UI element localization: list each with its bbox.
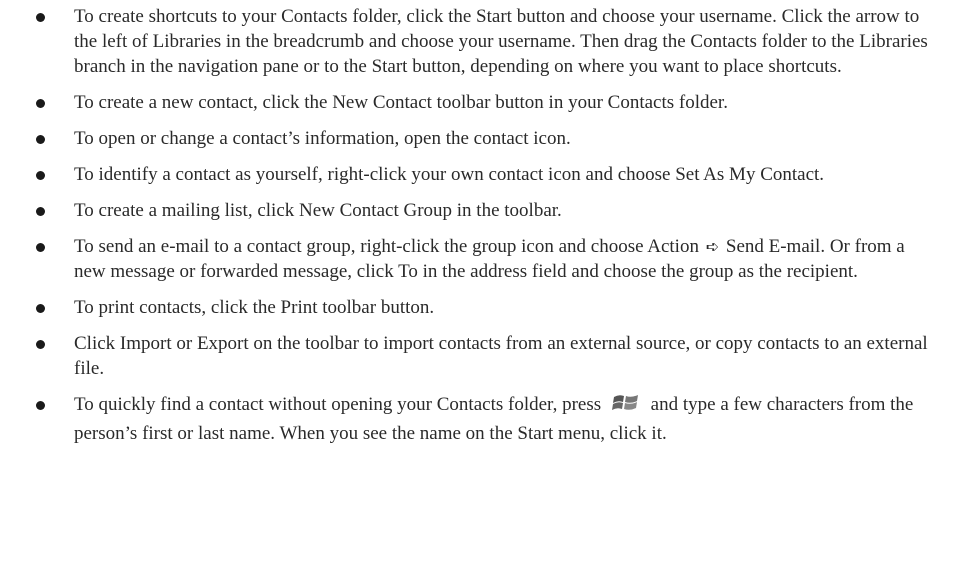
tip-text: To print contacts, click the Print toolb… bbox=[74, 297, 435, 318]
list-item: To send an e-mail to a contact group, ri… bbox=[34, 234, 936, 284]
list-item: To create a new contact, click the New C… bbox=[34, 90, 936, 115]
tip-text: Click Import or Export on the toolbar to… bbox=[74, 333, 928, 379]
bullet-icon bbox=[36, 99, 45, 108]
bullet-icon bbox=[36, 243, 45, 252]
bullet-icon bbox=[36, 207, 45, 216]
windows-logo-icon bbox=[611, 392, 640, 421]
menu-arrow-icon: ➪ bbox=[705, 237, 720, 256]
list-item: Click Import or Export on the toolbar to… bbox=[34, 331, 936, 381]
list-item: To open or change a contact’s informatio… bbox=[34, 126, 936, 151]
tip-text: To create a new contact, click the New C… bbox=[74, 92, 728, 113]
list-item: To quickly find a contact without openin… bbox=[34, 392, 936, 446]
list-item: To identify a contact as yourself, right… bbox=[34, 162, 936, 187]
tip-text: To open or change a contact’s informatio… bbox=[74, 128, 571, 149]
bullet-icon bbox=[36, 171, 45, 180]
list-item: To create shortcuts to your Contacts fol… bbox=[34, 4, 936, 79]
tip-text-before: To send an e-mail to a contact group, ri… bbox=[74, 236, 699, 257]
tip-text: To create a mailing list, click New Cont… bbox=[74, 200, 562, 221]
tips-list: To create shortcuts to your Contacts fol… bbox=[34, 4, 936, 446]
tip-text: To identify a contact as yourself, right… bbox=[74, 164, 825, 185]
bullet-icon bbox=[36, 135, 45, 144]
bullet-icon bbox=[36, 340, 45, 349]
bullet-icon bbox=[36, 304, 45, 313]
document-page: To create shortcuts to your Contacts fol… bbox=[0, 0, 960, 587]
bullet-icon bbox=[36, 13, 45, 22]
tip-text-before: To quickly find a contact without openin… bbox=[74, 394, 602, 415]
list-item: To create a mailing list, click New Cont… bbox=[34, 198, 936, 223]
bullet-icon bbox=[36, 401, 45, 410]
list-item: To print contacts, click the Print toolb… bbox=[34, 295, 936, 320]
tip-text: To create shortcuts to your Contacts fol… bbox=[74, 6, 928, 77]
